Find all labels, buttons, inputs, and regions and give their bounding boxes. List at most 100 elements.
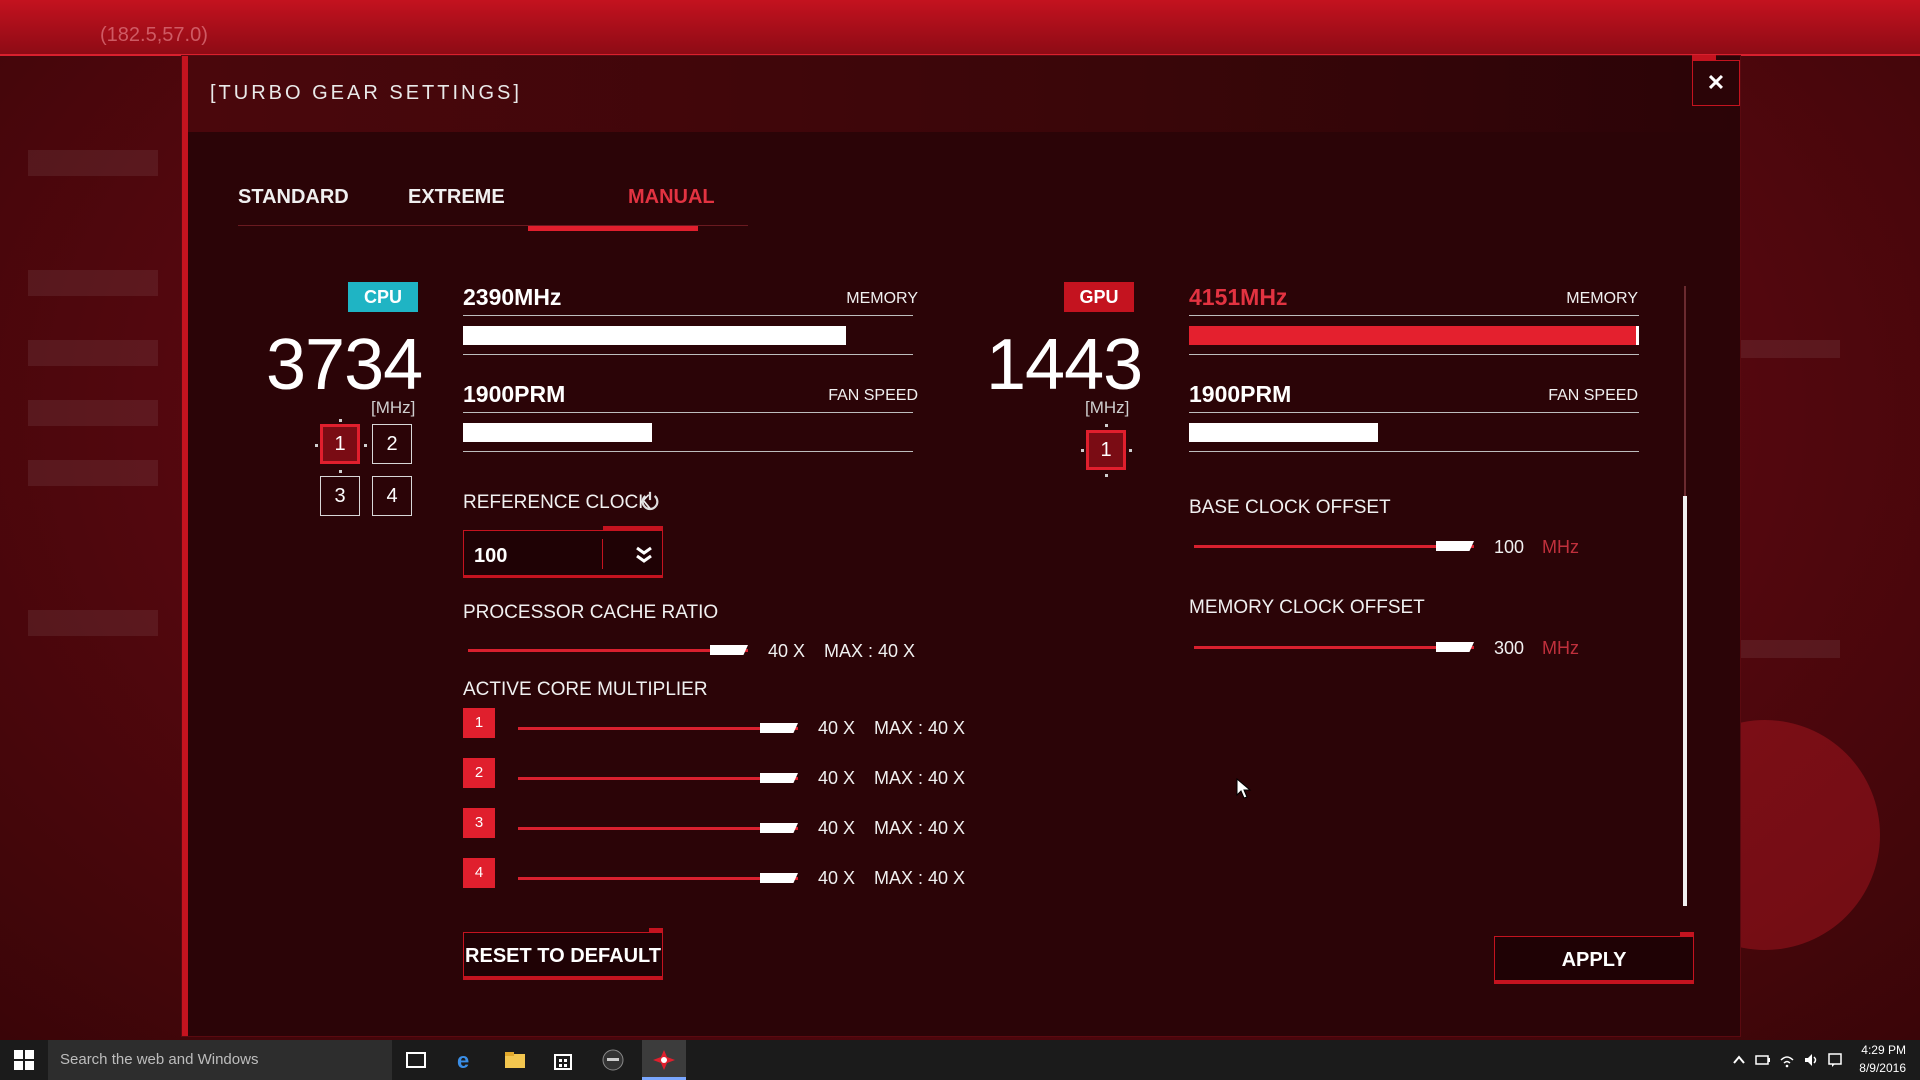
background-label bbox=[1730, 340, 1840, 358]
background-titlebar bbox=[0, 0, 1920, 56]
reference-clock-select[interactable]: 100 bbox=[463, 526, 663, 578]
background-nav-item bbox=[28, 460, 158, 486]
core-multiplier-max-3: MAX : 40 X bbox=[874, 818, 966, 838]
core-connector bbox=[339, 470, 342, 473]
background-coords: (182.5,57.0) bbox=[100, 24, 208, 46]
volume-icon[interactable] bbox=[1803, 1052, 1819, 1068]
memory-clock-offset-thumb[interactable] bbox=[1436, 642, 1474, 652]
cache-ratio-label: PROCESSOR CACHE RATIO bbox=[463, 602, 719, 623]
cpu-fan-value: 1900PRM bbox=[463, 381, 566, 407]
svg-text:e: e bbox=[457, 1048, 469, 1072]
core-multiplier-max-1: MAX : 40 X bbox=[874, 718, 966, 738]
memory-clock-offset-label: MEMORY CLOCK OFFSET bbox=[1189, 597, 1425, 618]
core-multiplier-slider-2[interactable] bbox=[518, 777, 798, 780]
reset-to-default-button[interactable]: RESET TO DEFAULT bbox=[463, 928, 663, 980]
memory-clock-offset-unit: MHz bbox=[1542, 638, 1579, 658]
battery-icon[interactable] bbox=[1755, 1052, 1771, 1068]
background-nav-item bbox=[28, 400, 158, 426]
core-connector bbox=[315, 444, 318, 447]
base-clock-offset-thumb[interactable] bbox=[1436, 541, 1474, 551]
core-multiplier-index: 4 bbox=[463, 858, 495, 888]
select-divider bbox=[602, 539, 603, 569]
cpu-core-4[interactable]: 4 bbox=[372, 476, 412, 516]
cpu-core-2[interactable]: 2 bbox=[372, 424, 412, 464]
base-clock-offset-slider[interactable] bbox=[1194, 545, 1474, 548]
gpu-frequency-unit: [MHz] bbox=[1085, 398, 1130, 417]
task-view-icon[interactable] bbox=[403, 1048, 429, 1072]
core-multiplier-index: 3 bbox=[463, 808, 495, 838]
cpu-memory-fill bbox=[463, 326, 846, 345]
tab-standard[interactable]: STANDARD bbox=[238, 186, 349, 209]
dialog-header: [TURBO GEAR SETTINGS] bbox=[188, 56, 1740, 132]
cpu-frequency: 3734 bbox=[266, 325, 423, 405]
cache-ratio-thumb[interactable] bbox=[710, 645, 748, 655]
cache-ratio-slider[interactable] bbox=[468, 649, 748, 652]
taskbar-date[interactable]: 8/9/2016 bbox=[1826, 1061, 1906, 1075]
gaming-center-icon[interactable] bbox=[651, 1048, 677, 1072]
base-clock-offset-value: 100 bbox=[1494, 537, 1525, 557]
chevron-up-icon[interactable] bbox=[1731, 1052, 1747, 1068]
core-multiplier-value-3: 40 X bbox=[818, 818, 856, 838]
core-multiplier-thumb-2[interactable] bbox=[760, 773, 798, 783]
base-clock-offset-unit: MHz bbox=[1542, 537, 1579, 557]
dialog-title: [TURBO GEAR SETTINGS] bbox=[210, 82, 522, 104]
wifi-icon[interactable] bbox=[1779, 1052, 1795, 1068]
tab-extreme[interactable]: EXTREME bbox=[408, 186, 505, 209]
gpu-memory-label: MEMORY bbox=[1566, 290, 1638, 307]
power-icon[interactable] bbox=[639, 490, 661, 512]
close-button[interactable]: ✕ bbox=[1692, 55, 1740, 106]
cpu-frequency-unit: [MHz] bbox=[371, 398, 416, 417]
core-multiplier-thumb-3[interactable] bbox=[760, 823, 798, 833]
close-icon: ✕ bbox=[1706, 70, 1726, 95]
cpu-core-3[interactable]: 3 bbox=[320, 476, 360, 516]
taskbar-search-input[interactable]: Search the web and Windows bbox=[48, 1040, 392, 1080]
edge-browser-icon[interactable]: e bbox=[453, 1048, 479, 1072]
background-nav-item bbox=[28, 270, 158, 296]
tab-manual[interactable]: MANUAL bbox=[628, 186, 715, 209]
background-nav-item bbox=[28, 150, 158, 176]
turbo-gear-dialog: [TURBO GEAR SETTINGS] ✕ STANDARD EXTREME… bbox=[182, 55, 1740, 1036]
scrollbar-thumb[interactable] bbox=[1683, 496, 1687, 906]
rog-app-icon[interactable] bbox=[600, 1048, 626, 1072]
core-multiplier-thumb-1[interactable] bbox=[760, 723, 798, 733]
core-multiplier-max-2: MAX : 40 X bbox=[874, 768, 966, 788]
store-icon[interactable] bbox=[550, 1048, 576, 1072]
gpu-frequency: 1443 bbox=[986, 325, 1143, 405]
core-connector bbox=[1129, 449, 1132, 452]
reference-clock-value: 100 bbox=[474, 545, 508, 567]
core-multiplier-thumb-4[interactable] bbox=[760, 873, 798, 883]
cpu-memory-label: MEMORY bbox=[846, 290, 918, 307]
gpu-memory-value: 4151MHz bbox=[1189, 284, 1288, 310]
reference-clock-label: REFERENCE CLOCK bbox=[463, 492, 651, 513]
core-multiplier-slider-3[interactable] bbox=[518, 827, 798, 830]
gpu-fan-value: 1900PRM bbox=[1189, 381, 1292, 407]
gpu-badge: GPU bbox=[1064, 282, 1134, 312]
cpu-fan-label: FAN SPEED bbox=[828, 387, 918, 404]
mouse-cursor-icon bbox=[1236, 778, 1252, 799]
gpu-fan-meter bbox=[1189, 412, 1639, 452]
background-nav-item bbox=[28, 340, 158, 366]
core-multiplier-slider-4[interactable] bbox=[518, 877, 798, 880]
memory-clock-offset-slider[interactable] bbox=[1194, 646, 1474, 649]
cpu-fan-meter bbox=[463, 412, 913, 452]
core-multiplier-index: 2 bbox=[463, 758, 495, 788]
core-multiplier-value-2: 40 X bbox=[818, 768, 856, 788]
gpu-memory-meter bbox=[1189, 315, 1639, 355]
core-connector bbox=[364, 444, 367, 447]
background-label bbox=[1730, 640, 1840, 658]
windows-start-icon[interactable] bbox=[14, 1050, 34, 1070]
core-multiplier-index: 1 bbox=[463, 708, 495, 738]
core-multiplier-value-1: 40 X bbox=[818, 718, 856, 738]
cpu-fan-fill bbox=[463, 423, 652, 442]
core-connector bbox=[1081, 449, 1084, 452]
taskbar-time[interactable]: 4:29 PM bbox=[1826, 1043, 1906, 1057]
cpu-core-1[interactable]: 1 bbox=[320, 424, 360, 464]
file-explorer-icon[interactable] bbox=[502, 1048, 528, 1072]
double-chevron-down-icon bbox=[636, 546, 652, 563]
cache-ratio-max: MAX : 40 X bbox=[824, 641, 916, 661]
base-clock-offset-label: BASE CLOCK OFFSET bbox=[1189, 497, 1391, 518]
core-multiplier-label: ACTIVE CORE MULTIPLIER bbox=[463, 679, 708, 700]
core-multiplier-slider-1[interactable] bbox=[518, 727, 798, 730]
gpu-core-1[interactable]: 1 bbox=[1086, 430, 1126, 470]
apply-button[interactable]: APPLY bbox=[1494, 932, 1694, 984]
